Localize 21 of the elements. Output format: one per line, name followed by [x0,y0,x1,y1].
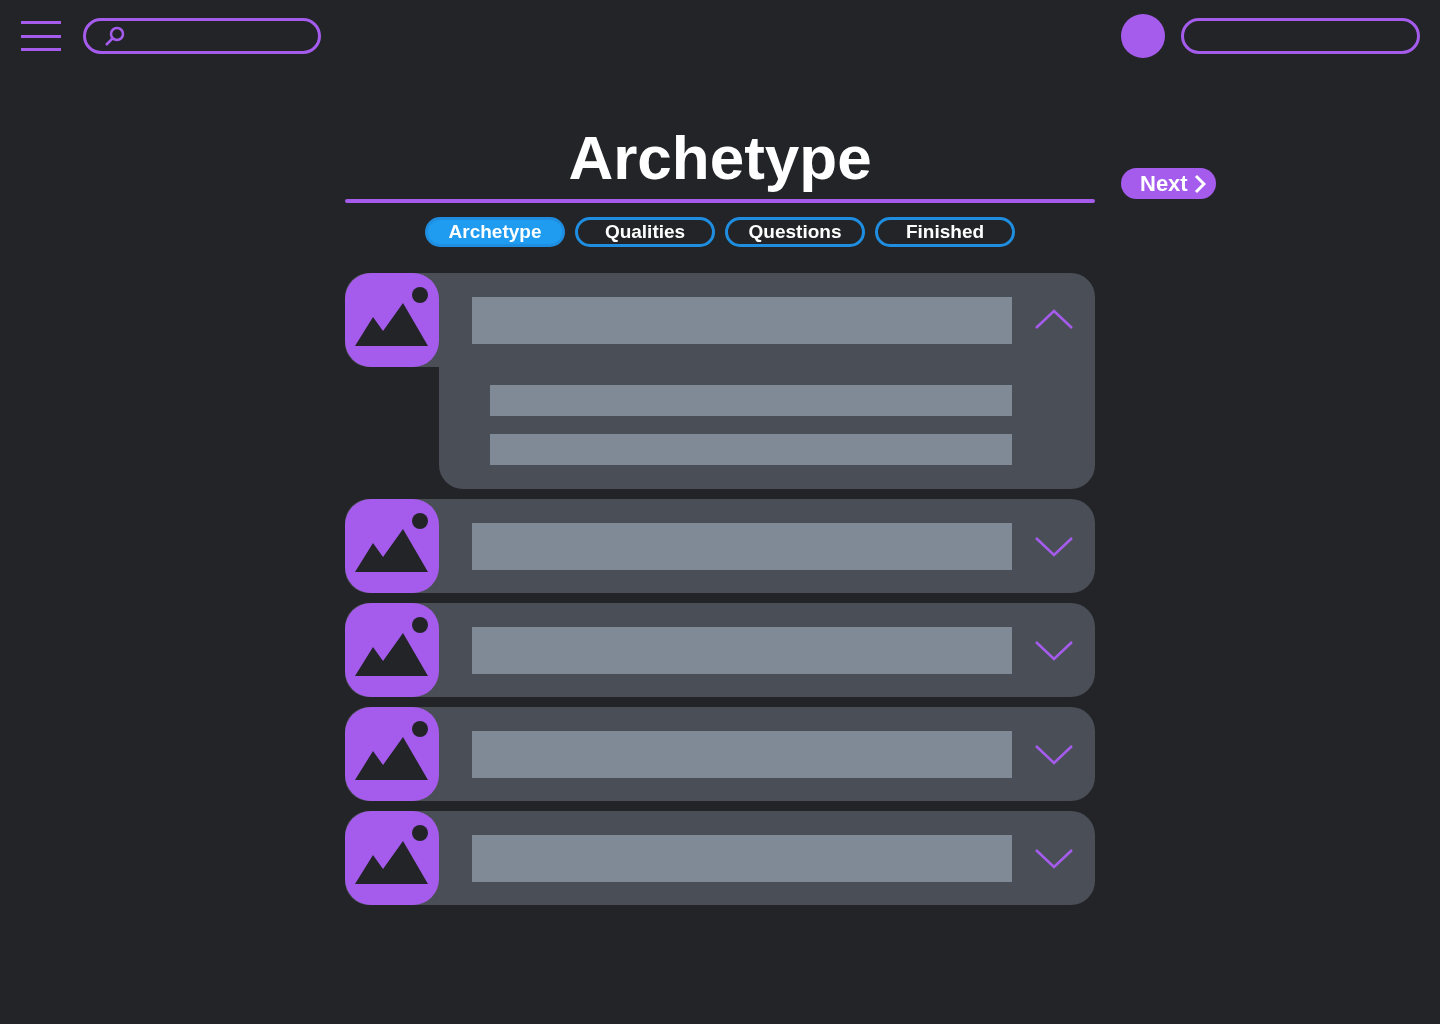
chevron-right-icon [1193,173,1206,194]
search-icon [104,25,126,47]
search-field[interactable] [83,18,321,54]
avatar[interactable] [1121,14,1165,58]
image-icon [345,603,439,697]
chevron-down-icon[interactable] [1034,846,1074,870]
step-tab[interactable]: Qualities [575,217,715,247]
page-title: Archetype [568,122,872,194]
chevron-down-icon[interactable] [1034,742,1074,766]
image-icon [345,811,439,905]
menu-icon[interactable] [21,21,61,51]
input-field[interactable] [1181,18,1420,54]
step-tab[interactable]: Questions [725,217,865,247]
image-icon [345,707,439,801]
step-tab[interactable]: Finished [875,217,1015,247]
chevron-down-icon[interactable] [1034,534,1074,558]
image-icon [345,499,439,593]
chevron-up-icon[interactable] [1034,308,1074,332]
next-button[interactable]: Next [1121,168,1216,199]
image-icon [345,273,439,367]
chevron-down-icon[interactable] [1034,638,1074,662]
